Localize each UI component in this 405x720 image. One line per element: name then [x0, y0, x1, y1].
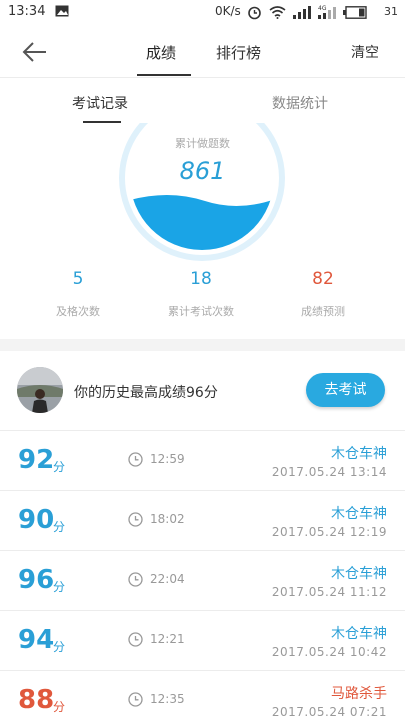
subtab-exam-records[interactable]: 考试记录 — [72, 93, 128, 113]
wifi-icon — [269, 5, 286, 19]
record-duration: 12:21 — [150, 632, 185, 646]
tab-ranking[interactable]: 排行榜 — [216, 42, 261, 63]
record-score-unit: 分 — [53, 700, 66, 714]
best-score-text: 你的历史最高成绩96分 — [74, 385, 218, 401]
battery-icon — [343, 5, 367, 19]
section-divider — [0, 339, 405, 351]
score-prediction-value: 82 — [312, 269, 334, 289]
clock-icon — [128, 632, 143, 647]
signal-icon — [293, 5, 311, 19]
active-tab-indicator — [137, 74, 191, 76]
record-score: 96 — [18, 565, 55, 595]
best-score-row: 你的历史最高成绩96分 去考试 — [0, 351, 405, 431]
pass-count-value: 5 — [72, 269, 84, 289]
record-date: 2017.05.24 07:21 — [271, 705, 387, 719]
record-title: 木仓车神 — [331, 626, 387, 642]
record-row[interactable]: 88 分 12:35 马路杀手 2017.05.24 07:21 — [0, 671, 405, 720]
total-questions-label: 累计做题数 — [175, 137, 230, 150]
record-duration: 18:02 — [150, 512, 185, 526]
exam-count-value: 18 — [190, 269, 212, 289]
clock-icon — [128, 572, 143, 587]
record-row[interactable]: 92 分 12:59 木仓车神 2017.05.24 13:14 — [0, 431, 405, 491]
stats-panel: 累计做题数 861 5 及格次数 18 累计考试次数 82 成绩预测 — [0, 123, 405, 339]
record-score-unit: 分 — [53, 520, 66, 534]
record-date: 2017.05.24 12:19 — [271, 525, 387, 539]
record-duration: 12:59 — [150, 452, 185, 466]
alarm-icon — [248, 6, 261, 19]
record-title: 木仓车神 — [331, 446, 387, 462]
record-row[interactable]: 96 分 22:04 木仓车神 2017.05.24 11:12 — [0, 551, 405, 611]
avatar — [17, 367, 63, 413]
exam-count-label: 累计考试次数 — [168, 305, 234, 318]
subtab-data-stats[interactable]: 数据统计 — [272, 93, 328, 113]
record-row[interactable]: 94 分 12:21 木仓车神 2017.05.24 10:42 — [0, 611, 405, 671]
record-score-unit: 分 — [53, 640, 66, 654]
record-score: 92 — [18, 445, 55, 475]
svg-text:4G: 4G — [318, 5, 327, 12]
status-bar: 13:34 0K/s 4G 31 — [0, 0, 405, 26]
score-prediction-label: 成绩预测 — [301, 305, 345, 318]
record-score-unit: 分 — [53, 580, 66, 594]
top-header: 成绩 排行榜 清空 — [0, 26, 405, 78]
record-score-unit: 分 — [53, 460, 66, 474]
record-duration: 12:35 — [150, 692, 185, 706]
status-icons: 4G — [247, 4, 367, 20]
clear-button[interactable]: 清空 — [351, 42, 379, 62]
record-date: 2017.05.24 10:42 — [271, 645, 387, 659]
pass-count-label: 及格次数 — [56, 305, 100, 318]
record-title: 木仓车神 — [331, 566, 387, 582]
record-date: 2017.05.24 13:14 — [271, 465, 387, 479]
clock-icon — [128, 452, 143, 467]
net-speed: 0K/s — [215, 4, 241, 18]
sub-tabs: 考试记录 数据统计 — [0, 79, 405, 123]
record-score: 94 — [18, 625, 55, 655]
clock-icon — [128, 692, 143, 707]
record-date: 2017.05.24 11:12 — [271, 585, 387, 599]
record-score: 90 — [18, 505, 55, 535]
tab-score[interactable]: 成绩 — [146, 42, 176, 63]
battery-level: 31 — [384, 5, 398, 18]
record-score: 88 — [18, 685, 55, 715]
back-arrow-icon[interactable] — [18, 38, 52, 66]
clock-icon — [128, 512, 143, 527]
status-time: 13:34 — [8, 4, 46, 19]
signal-4g-icon: 4G — [318, 5, 336, 19]
total-questions-value: 861 — [179, 157, 226, 185]
record-duration: 22:04 — [150, 572, 185, 586]
record-title: 马路杀手 — [331, 686, 387, 702]
record-title: 木仓车神 — [331, 506, 387, 522]
record-row[interactable]: 90 分 18:02 木仓车神 2017.05.24 12:19 — [0, 491, 405, 551]
image-icon — [55, 5, 69, 17]
go-exam-button[interactable]: 去考试 — [306, 373, 385, 407]
